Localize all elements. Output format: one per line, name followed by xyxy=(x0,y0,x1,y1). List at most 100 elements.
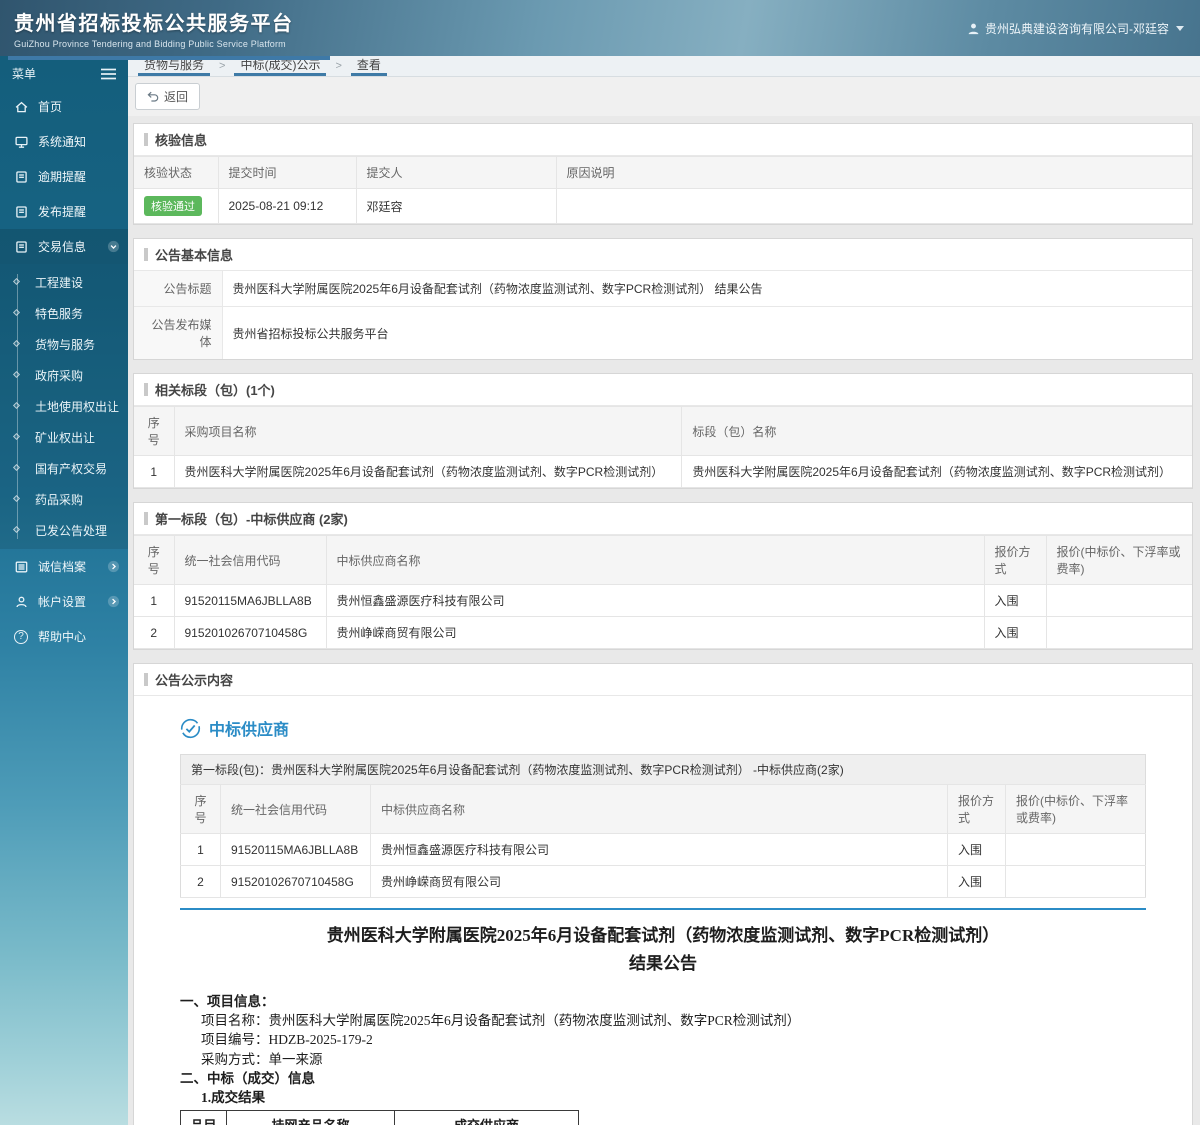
sidebar-subitem-mining-rights[interactable]: 矿业权出让 xyxy=(0,422,128,453)
breadcrumb-separator: > xyxy=(335,60,342,72)
table-cell xyxy=(1045,584,1192,617)
table-header-row: 序号 统一社会信用代码 中标供应商名称 报价方式 报价(中标价、下浮率或费率) xyxy=(134,535,1192,585)
table-cell xyxy=(1005,833,1146,866)
sidebar-subitem-label: 已发公告处理 xyxy=(35,524,108,538)
menu-label: 菜单 xyxy=(12,67,37,81)
document-line: 项目名称：贵州医科大学附属医院2025年6月设备配套试剂（药物浓度监测试剂、数字… xyxy=(201,1013,801,1029)
section-title: 公告公示内容 xyxy=(134,664,1192,696)
result-table: 品目挂网产品名称成交供应商1药物浓度监测试剂贵州恒鑫盛源医疗科技有限公司2数字P… xyxy=(180,1110,579,1125)
sidebar-subitem-drug-procurement[interactable]: 药品采购 xyxy=(0,484,128,515)
top-header-bar: 贵州省招标投标公共服务平台 GuiZhou Province Tendering… xyxy=(0,0,1200,56)
user-icon xyxy=(967,22,980,35)
announcement-document: 贵州医科大学附属医院2025年6月设备配套试剂（药物浓度监测试剂、数字PCR检测… xyxy=(180,922,1146,1125)
column-header: 成交供应商 xyxy=(394,1110,579,1125)
sidebar-subitem-published-announcements[interactable]: 已发公告处理 xyxy=(0,515,128,546)
table-cell: 入围 xyxy=(947,833,1006,866)
sidebar-subitem-land-use-rights[interactable]: 土地使用权出让 xyxy=(0,391,128,422)
table-cell: 贵州恒鑫盛源医疗科技有限公司 xyxy=(325,584,985,617)
sidebar-subitem-featured-services[interactable]: 特色服务 xyxy=(0,298,128,329)
sidebar-item-publish-reminder[interactable]: 发布提醒 xyxy=(0,194,128,229)
sidebar-subitem-state-owned-assets[interactable]: 国有产权交易 xyxy=(0,453,128,484)
sidebar-subitem-label: 国有产权交易 xyxy=(35,462,108,476)
doc-icon xyxy=(13,170,29,184)
user-menu[interactable]: 贵州弘典建设咨询有限公司-邓廷容 xyxy=(967,20,1200,37)
table-cell: 入围 xyxy=(983,616,1047,649)
monitor-icon xyxy=(13,135,29,149)
sidebar-item-help-center[interactable]: ? 帮助中心 xyxy=(0,619,128,654)
sidebar-item-system-notice[interactable]: 系统通知 xyxy=(0,124,128,159)
document-line: 二、中标（成交）信息 xyxy=(180,1070,315,1086)
site-title: 贵州省招标投标公共服务平台 xyxy=(14,13,294,35)
sidebar-item-credit-archive[interactable]: 诚信档案 xyxy=(0,549,128,584)
circle-chevron-down-icon xyxy=(107,240,120,253)
verify-table: 核验状态 提交时间 提交人 原因说明 核验通过 2025-08-21 09:12… xyxy=(134,156,1192,224)
sidebar-item-home[interactable]: 首页 xyxy=(0,89,128,124)
sidebar-item-trade-info[interactable]: 交易信息 xyxy=(0,229,128,264)
table-cell: 2 xyxy=(180,865,221,898)
column-header: 核验状态 xyxy=(134,156,219,189)
verified-circle-check-icon xyxy=(180,718,201,739)
column-header: 报价方式 xyxy=(947,784,1006,834)
table-row: 1 91520115MA6JBLLA8B 贵州恒鑫盛源医疗科技有限公司 入围 xyxy=(180,833,1146,866)
sidebar-subitem-engineering-construction[interactable]: 工程建设 xyxy=(0,267,128,298)
status-badge: 核验通过 xyxy=(144,196,202,216)
sidebar-item-account-settings[interactable]: 帐户设置 xyxy=(0,584,128,619)
diamond-bullet-icon xyxy=(12,432,21,441)
package-band: 第一标段(包)：贵州医科大学附属医院2025年6月设备配套试剂（药物浓度监测试剂… xyxy=(180,754,1146,784)
toolbar: 返回 xyxy=(128,77,1200,116)
field-value: 贵州医科大学附属医院2025年6月设备配套试剂（药物浓度监测试剂、数字PCR检测… xyxy=(222,271,1192,307)
table-cell xyxy=(1045,616,1192,649)
sidebar-item-overdue-reminder[interactable]: 逾期提醒 xyxy=(0,159,128,194)
sidebar-item-label: 帮助中心 xyxy=(38,630,87,644)
doc-icon xyxy=(13,205,29,219)
header-accent-bar xyxy=(8,56,330,60)
back-button[interactable]: 返回 xyxy=(135,83,201,110)
table-cell: 2025-08-21 09:12 xyxy=(217,188,357,224)
sidebar-subitem-label: 货物与服务 xyxy=(35,338,96,352)
diamond-bullet-icon xyxy=(12,494,21,503)
sidebar-subitem-goods-and-services[interactable]: 货物与服务 xyxy=(0,329,128,360)
document-line: 采购方式：单一来源 xyxy=(201,1051,323,1067)
table-cell: 91520102670710458G xyxy=(173,616,327,649)
table-cell: 入围 xyxy=(983,584,1047,617)
table-cell: 贵州峥嵘商贸有限公司 xyxy=(370,865,948,898)
sidebar-subitem-label: 工程建设 xyxy=(35,276,84,290)
table-cell: 入围 xyxy=(947,865,1006,898)
sidebar-subitem-government-procurement[interactable]: 政府采购 xyxy=(0,360,128,391)
section-title: 相关标段（包）(1个) xyxy=(134,374,1192,406)
section-title: 第一标段（包）-中标供应商 (2家) xyxy=(134,503,1192,535)
diamond-bullet-icon xyxy=(12,308,21,317)
table-cell: 贵州恒鑫盛源医疗科技有限公司 xyxy=(370,833,948,866)
column-header: 统一社会信用代码 xyxy=(220,784,371,834)
table-cell xyxy=(1005,865,1146,898)
table-cell: 1 xyxy=(134,455,175,488)
table-row: 2 91520102670710458G 贵州峥嵘商贸有限公司 入围 xyxy=(134,616,1192,649)
sidebar-subitem-label: 特色服务 xyxy=(35,307,84,321)
hamburger-icon[interactable] xyxy=(101,68,116,80)
sidebar-item-label: 首页 xyxy=(38,100,63,114)
list-icon xyxy=(13,560,29,574)
help-icon: ? xyxy=(13,629,29,644)
document-line: 1.成交结果 xyxy=(201,1089,266,1105)
table-row: 公告发布媒体 贵州省招标投标公共服务平台 xyxy=(134,306,1192,359)
table-row: 核验通过 2025-08-21 09:12 邓廷容 xyxy=(134,188,1192,224)
document-line: 一、项目信息： xyxy=(180,994,275,1010)
breadcrumb-item[interactable]: 查看 xyxy=(350,56,387,76)
doc-icon xyxy=(13,240,29,254)
column-header: 报价(中标价、下浮率或费率) xyxy=(1005,784,1146,834)
section-title: 核验信息 xyxy=(134,124,1192,156)
table-cell: 贵州医科大学附属医院2025年6月设备配套试剂（药物浓度监测试剂、数字PCR检测… xyxy=(173,455,683,488)
diamond-bullet-icon xyxy=(12,277,21,286)
content: 核验信息 核验状态 提交时间 提交人 原因说明 核验通过 2025-08-21 … xyxy=(128,116,1200,1125)
column-header: 中标供应商名称 xyxy=(325,535,985,585)
document-title-line1: 贵州医科大学附属医院2025年6月设备配套试剂（药物浓度监测试剂、数字PCR检测… xyxy=(326,926,1000,945)
document-body-part1: 一、项目信息： 项目名称：贵州医科大学附属医院2025年6月设备配套试剂（药物浓度… xyxy=(180,992,1146,1107)
column-header: 报价(中标价、下浮率或费率) xyxy=(1045,535,1192,585)
column-header: 提交人 xyxy=(355,156,557,189)
table-cell: 2 xyxy=(134,616,175,649)
table-cell: 91520115MA6JBLLA8B xyxy=(220,833,371,866)
section-title: 公告基本信息 xyxy=(134,239,1192,271)
table-cell: 91520115MA6JBLLA8B xyxy=(173,584,327,617)
divider-line xyxy=(180,908,1146,910)
section-announcement-info: 公告基本信息 公告标题 贵州医科大学附属医院2025年6月设备配套试剂（药物浓度… xyxy=(133,238,1193,360)
